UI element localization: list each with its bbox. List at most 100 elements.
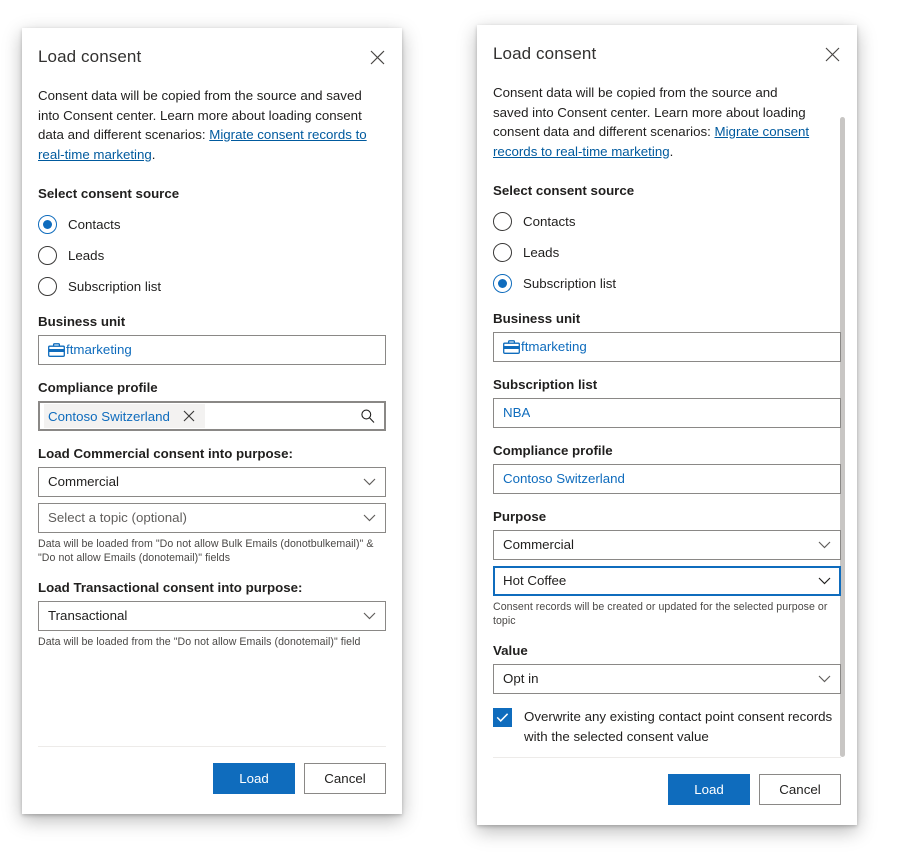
token-label: Contoso Switzerland <box>48 408 170 424</box>
cancel-button[interactable]: Cancel <box>759 774 841 805</box>
screenshot-canvas: Load consent Consent data will be copied… <box>0 0 900 852</box>
dialog-body: Consent data will be copied from the sou… <box>477 67 857 757</box>
transactional-helper-text: Data will be loaded from the "Do not all… <box>38 636 361 648</box>
compliance-profile-lookup[interactable]: Contoso Switzerland <box>38 401 386 431</box>
cancel-button[interactable]: Cancel <box>304 763 386 794</box>
page-title: Load consent <box>493 44 597 63</box>
subscription-list-input[interactable]: NBA <box>493 398 841 428</box>
subscription-list-label: Subscription list <box>493 377 598 392</box>
purpose-topic-value: Hot Coffee <box>503 573 567 588</box>
value-dropdown[interactable]: Opt in <box>493 664 841 694</box>
purpose-field: Purpose Commercial Hot Coffee Consent re… <box>493 508 841 628</box>
radio-indicator <box>38 214 57 234</box>
chevron-down-icon <box>363 514 376 523</box>
radio-leads[interactable]: Leads <box>38 242 386 268</box>
transactional-purpose-value: Transactional <box>48 608 128 623</box>
radio-contacts[interactable]: Contacts <box>493 208 841 234</box>
compliance-profile-label: Compliance profile <box>38 380 158 395</box>
close-icon[interactable] <box>364 44 390 70</box>
chevron-down-icon <box>818 541 831 550</box>
commercial-topic-value: Select a topic (optional) <box>48 510 187 525</box>
business-unit-value: ftmarketing <box>66 342 132 357</box>
dialog-header: Load consent <box>477 25 857 67</box>
consent-source-label: Select consent source <box>493 183 635 198</box>
checkmark-icon <box>493 708 512 727</box>
compliance-profile-field: Compliance profile Contoso Switzerland <box>38 379 386 431</box>
radio-leads[interactable]: Leads <box>493 239 841 265</box>
purpose-value: Commercial <box>503 537 574 552</box>
business-unit-label: Business unit <box>38 314 126 329</box>
chevron-down-icon <box>363 612 376 621</box>
radio-label: Subscription list <box>68 278 162 294</box>
search-icon[interactable] <box>360 409 375 424</box>
consent-source-label: Select consent source <box>38 186 180 201</box>
business-unit-value: ftmarketing <box>521 339 587 354</box>
commercial-purpose-field: Load Commercial consent into purpose: Co… <box>38 445 386 565</box>
page-title: Load consent <box>38 47 142 66</box>
dialog-header: Load consent <box>22 28 402 70</box>
load-consent-dialog-subscription-list: Load consent Consent data will be copied… <box>477 25 857 825</box>
transactional-purpose-field: Load Transactional consent into purpose:… <box>38 579 386 649</box>
scrollbar-thumb[interactable] <box>840 117 845 757</box>
radio-label: Leads <box>523 244 560 260</box>
radio-contacts[interactable]: Contacts <box>38 211 386 237</box>
briefcase-icon <box>503 340 520 354</box>
compliance-profile-value: Contoso Switzerland <box>503 471 625 486</box>
load-consent-dialog-contacts: Load consent Consent data will be copied… <box>22 28 402 814</box>
radio-indicator <box>493 242 512 262</box>
compliance-profile-input[interactable]: Contoso Switzerland <box>493 464 841 494</box>
business-unit-input[interactable]: ftmarketing <box>493 332 841 362</box>
business-unit-field: Business unit ftmarketing <box>493 310 841 362</box>
selected-token[interactable]: Contoso Switzerland <box>44 404 205 428</box>
value-label: Value <box>493 643 528 658</box>
radio-label: Contacts <box>523 213 576 229</box>
radio-subscription-list[interactable]: Subscription list <box>38 273 386 299</box>
dialog-body: Consent data will be copied from the sou… <box>22 70 402 746</box>
value-dropdown-value: Opt in <box>503 671 539 686</box>
dialog-footer: Load Cancel <box>38 746 386 814</box>
commercial-helper-text: Data will be loaded from "Do not allow B… <box>38 538 374 564</box>
chevron-down-icon <box>363 478 376 487</box>
chevron-down-icon <box>818 577 831 586</box>
dialog-footer: Load Cancel <box>493 757 841 825</box>
radio-indicator <box>493 273 512 293</box>
purpose-label: Purpose <box>493 509 547 524</box>
commercial-purpose-value: Commercial <box>48 474 119 489</box>
transactional-purpose-dropdown[interactable]: Transactional <box>38 601 386 631</box>
transactional-purpose-label: Load Transactional consent into purpose: <box>38 580 303 595</box>
load-button[interactable]: Load <box>213 763 295 794</box>
checkbox-label: Overwrite any existing contact point con… <box>524 709 833 744</box>
compliance-profile-label: Compliance profile <box>493 443 613 458</box>
radio-indicator <box>493 211 512 231</box>
vertical-scrollbar[interactable] <box>838 117 847 757</box>
business-unit-label: Business unit <box>493 311 581 326</box>
intro-paragraph: Consent data will be copied from the sou… <box>38 86 386 164</box>
business-unit-field: Business unit ftmarketing <box>38 313 386 365</box>
radio-indicator <box>38 276 57 296</box>
radio-label: Contacts <box>68 216 121 232</box>
radio-label: Leads <box>68 247 105 263</box>
purpose-topic-dropdown[interactable]: Hot Coffee <box>493 566 841 596</box>
commercial-purpose-dropdown[interactable]: Commercial <box>38 467 386 497</box>
value-field: Value Opt in <box>493 642 841 694</box>
purpose-dropdown[interactable]: Commercial <box>493 530 841 560</box>
radio-subscription-list[interactable]: Subscription list <box>493 270 841 296</box>
subscription-list-field: Subscription list NBA <box>493 376 841 428</box>
commercial-topic-dropdown[interactable]: Select a topic (optional) <box>38 503 386 533</box>
overwrite-consent-checkbox[interactable]: Overwrite any existing contact point con… <box>493 707 841 746</box>
chevron-down-icon <box>818 675 831 684</box>
intro-text-after: . <box>669 143 674 159</box>
briefcase-icon <box>48 343 65 357</box>
intro-text-after: . <box>151 146 156 162</box>
business-unit-input[interactable]: ftmarketing <box>38 335 386 365</box>
compliance-profile-field: Compliance profile Contoso Switzerland <box>493 442 841 494</box>
load-button[interactable]: Load <box>668 774 750 805</box>
close-icon[interactable] <box>819 41 845 67</box>
remove-token-close-icon[interactable] <box>178 405 200 427</box>
subscription-list-value: NBA <box>503 405 531 420</box>
purpose-helper-text: Consent records will be created or updat… <box>493 601 828 627</box>
radio-label: Subscription list <box>523 275 617 291</box>
radio-indicator <box>38 245 57 265</box>
intro-paragraph: Consent data will be copied from the sou… <box>493 83 841 161</box>
commercial-purpose-label: Load Commercial consent into purpose: <box>38 446 293 461</box>
